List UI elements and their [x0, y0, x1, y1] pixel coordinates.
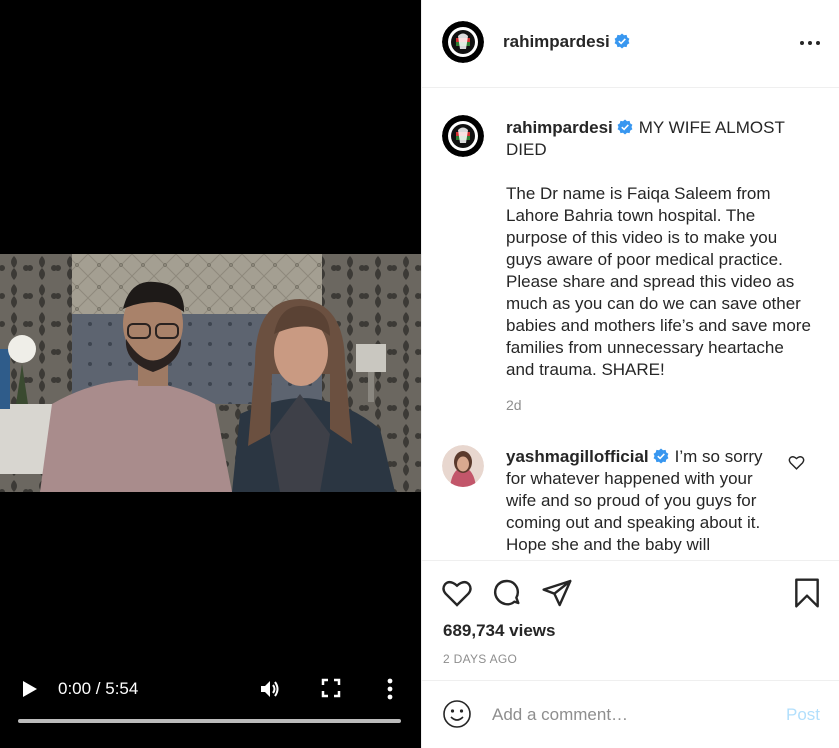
video-frame[interactable] [0, 254, 421, 492]
emoji-icon[interactable] [442, 699, 472, 729]
header-username[interactable]: rahimpardesi [503, 32, 610, 51]
share-icon[interactable] [541, 577, 573, 609]
more-vertical-icon[interactable] [380, 677, 400, 701]
comment-username[interactable]: yashmagillofficial [506, 447, 649, 466]
video-progress-bar[interactable] [18, 719, 401, 723]
comments-section[interactable]: rahimpardesi MY WIFE ALMOST DIED The Dr n… [422, 89, 839, 560]
add-comment-bar: Post [422, 680, 839, 748]
volume-icon[interactable] [258, 677, 282, 701]
play-icon[interactable] [18, 678, 40, 700]
post-header: rahimpardesi [422, 0, 839, 88]
avatar[interactable] [442, 115, 484, 157]
video-time: 0:00 / 5:54 [58, 679, 139, 698]
caption-age[interactable]: 2d [506, 397, 522, 413]
comment: yashmagillofficial I’m so sorry for whate… [506, 446, 786, 556]
video-player[interactable]: 0:00 / 5:54 [0, 0, 421, 748]
view-count[interactable]: 689,734 views [443, 621, 555, 641]
caption-username[interactable]: rahimpardesi [506, 118, 613, 137]
comment-input[interactable] [492, 701, 772, 729]
post-button[interactable]: Post [786, 705, 820, 725]
bookmark-icon[interactable] [791, 577, 823, 609]
avatar[interactable] [442, 445, 484, 487]
post-side-panel: rahimpardesi rahimpardesi MY WIFE ALMOST … [421, 0, 839, 748]
verified-icon [614, 33, 630, 49]
fullscreen-icon[interactable] [320, 677, 342, 699]
avatar[interactable] [442, 21, 484, 63]
video-controls: 0:00 / 5:54 [0, 668, 421, 748]
caption-body: The Dr name is Faiqa Saleem from Lahore … [506, 184, 811, 379]
comment-icon[interactable] [491, 577, 523, 609]
post-caption: rahimpardesi MY WIFE ALMOST DIED The Dr n… [506, 117, 816, 381]
post-date[interactable]: 2 DAYS AGO [443, 652, 517, 666]
more-horizontal-icon[interactable] [799, 35, 821, 51]
verified-icon [617, 119, 633, 135]
header-username-row: rahimpardesi [503, 31, 630, 54]
heart-icon[interactable] [441, 577, 473, 609]
verified-icon [653, 448, 669, 464]
comment-like-heart-icon[interactable] [788, 454, 805, 471]
